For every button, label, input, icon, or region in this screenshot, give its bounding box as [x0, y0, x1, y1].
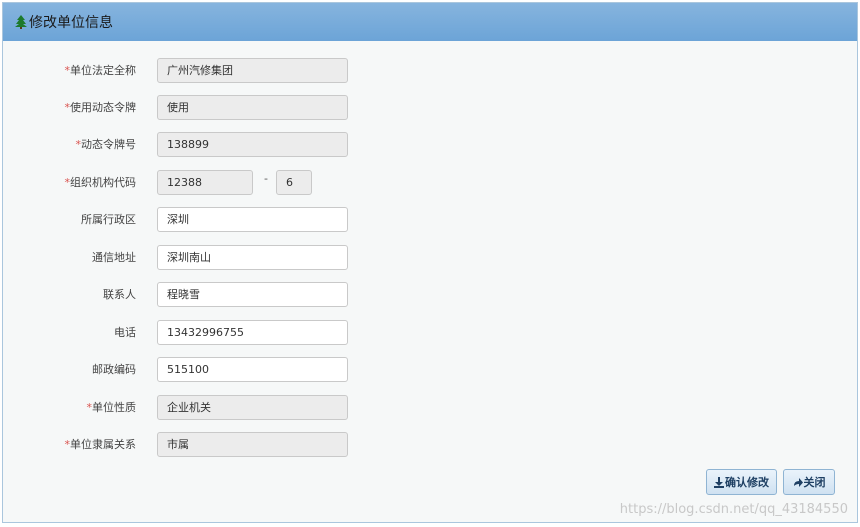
dynamic-token-field[interactable]: 使用	[157, 95, 348, 120]
field-label-district: 所属行政区	[81, 213, 136, 226]
watermark: https://blog.csdn.net/qq_43184550	[619, 502, 848, 517]
confirm-edit-label: 确认修改	[725, 476, 769, 489]
org-code-field[interactable]: 12388	[157, 170, 253, 195]
phone-field[interactable]: 13432996755	[157, 320, 348, 345]
token-number-field[interactable]: 138899	[157, 132, 348, 157]
edit-unit-panel: 修改单位信息 *单位法定全称 广州汽修集团 *使用动态令牌 使用 *动态令牌号 …	[2, 2, 858, 523]
confirm-edit-button[interactable]: 确认修改	[706, 469, 777, 495]
field-label-unit-nature: *单位性质	[86, 401, 137, 414]
field-label-unit-name: *单位法定全称	[64, 64, 137, 77]
panel-title: 修改单位信息	[29, 15, 113, 31]
contact-field[interactable]: 程晓雪	[157, 282, 348, 307]
affiliation-field[interactable]: 市属	[157, 432, 348, 457]
field-label-phone: 电话	[114, 326, 136, 339]
unit-nature-field[interactable]: 企业机关	[157, 395, 348, 420]
arrow-right-icon	[793, 477, 803, 488]
panel-header: 修改单位信息	[3, 3, 857, 41]
unit-name-field[interactable]: 广州汽修集团	[157, 58, 348, 83]
org-code-suffix-field[interactable]: 6	[276, 170, 312, 195]
field-label-org-code: *组织机构代码	[64, 176, 137, 189]
org-code-separator: -	[264, 172, 268, 185]
address-field[interactable]: 深圳南山	[157, 245, 348, 270]
field-label-token-number: *动态令牌号	[75, 138, 137, 151]
district-field[interactable]: 深圳	[157, 207, 348, 232]
tree-icon	[15, 15, 27, 29]
postcode-field[interactable]: 515100	[157, 357, 348, 382]
download-icon	[714, 476, 724, 488]
field-label-affiliation: *单位隶属关系	[64, 438, 137, 451]
close-button[interactable]: 关闭	[783, 469, 835, 495]
field-label-address: 通信地址	[92, 251, 136, 264]
field-label-contact: 联系人	[103, 288, 136, 301]
field-label-postcode: 邮政编码	[92, 363, 136, 376]
field-label-dynamic-token: *使用动态令牌	[64, 101, 137, 114]
close-label: 关闭	[803, 476, 826, 489]
